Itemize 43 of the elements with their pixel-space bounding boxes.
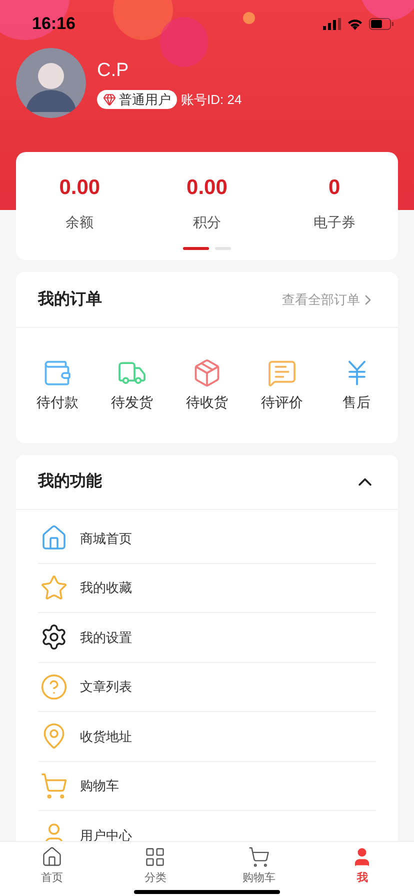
grid-icon <box>144 846 166 868</box>
battery-icon <box>369 18 394 30</box>
function-menu-item[interactable]: 购物车 <box>38 762 376 811</box>
section-title: 我的功能 <box>38 472 102 492</box>
user-name: C.P <box>97 59 130 83</box>
home-icon <box>40 846 63 868</box>
section-title: 我的订单 <box>38 290 102 310</box>
tab-item[interactable]: 分类 <box>104 842 207 890</box>
function-menu-item[interactable]: 我的收藏 <box>38 564 376 613</box>
order-status-button[interactable]: 待评价 <box>246 358 317 413</box>
stat-label: 积分 <box>192 212 221 232</box>
member-badge: 普通用户 <box>97 90 177 109</box>
stat-label: 电子券 <box>313 212 356 232</box>
order-status-button[interactable]: 待发货 <box>97 358 168 413</box>
tab-item[interactable]: 首页 <box>0 842 104 890</box>
function-menu-item[interactable]: 文章列表 <box>38 662 376 712</box>
order-status-button[interactable]: 售后 <box>322 358 392 413</box>
function-menu-item[interactable]: 我的设置 <box>38 613 376 662</box>
diamond-icon <box>103 92 116 106</box>
order-status-button[interactable]: 待付款 <box>22 358 92 413</box>
cart-icon <box>40 772 68 800</box>
signal-icon <box>323 18 341 30</box>
avatar <box>16 48 86 118</box>
function-menu-item[interactable]: 收货地址 <box>38 712 376 762</box>
stat-label: 余额 <box>66 212 94 232</box>
function-menu-item[interactable]: 商城首页 <box>38 514 376 564</box>
stat-value: 0.00 <box>59 175 100 201</box>
page-indicator[interactable] <box>183 246 209 250</box>
home-icon <box>40 524 68 552</box>
star-icon <box>40 574 68 602</box>
settings-icon <box>40 623 68 652</box>
wifi-icon <box>347 18 363 30</box>
stat-value: 0 <box>328 175 340 201</box>
cart-icon <box>248 846 270 868</box>
wallet-icon <box>42 358 72 388</box>
order-status-button[interactable]: 待收货 <box>172 358 242 413</box>
question-icon <box>40 672 68 701</box>
message-icon <box>266 358 297 388</box>
account-id: 账号ID: 24 <box>181 90 242 108</box>
tab-item[interactable]: 我 <box>310 842 414 890</box>
stat-value: 0.00 <box>186 175 228 201</box>
status-time: 16:16 <box>32 13 76 36</box>
tab-item[interactable]: 购物车 <box>207 842 310 890</box>
